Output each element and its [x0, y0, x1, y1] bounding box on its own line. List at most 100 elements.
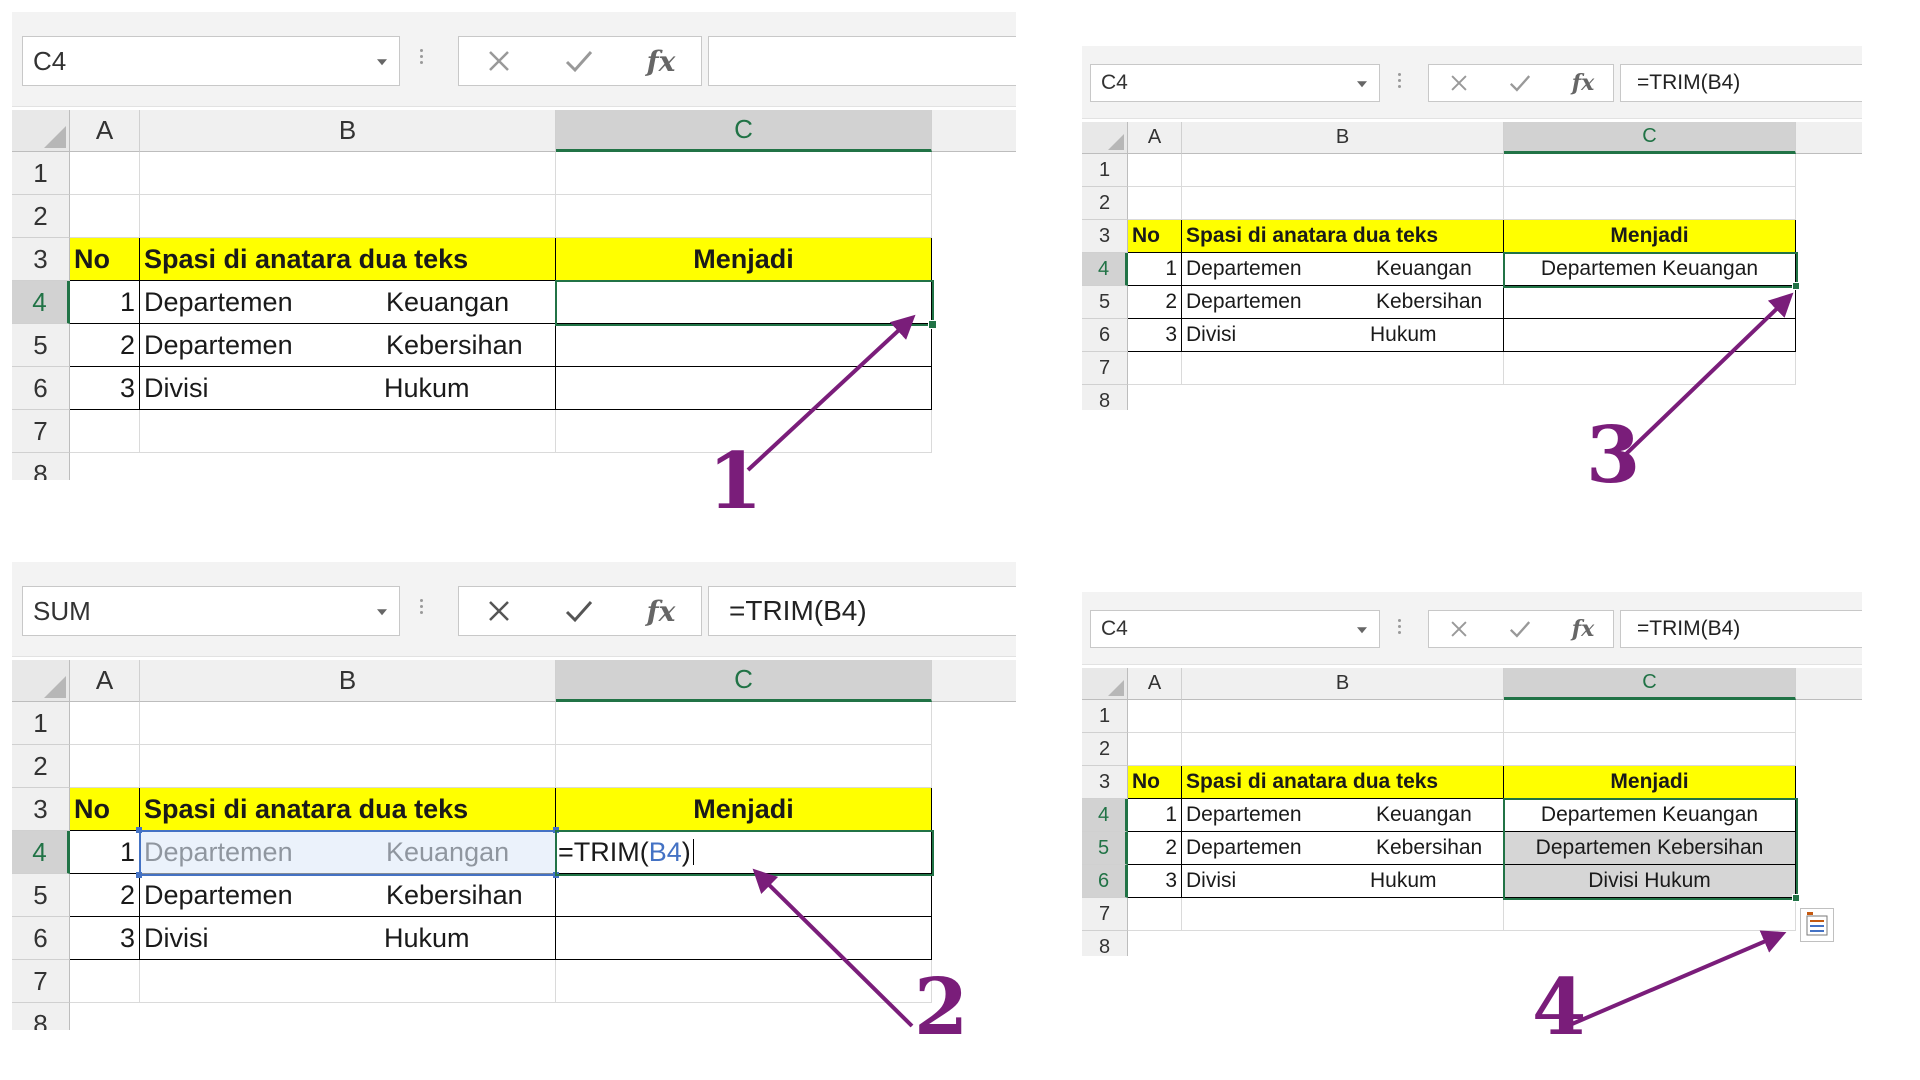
cell-b7[interactable] — [1182, 898, 1504, 931]
cell-b3[interactable]: Spasi di anatara dua teks — [140, 788, 556, 831]
cell-b4[interactable]: Departemen Keuangan — [1182, 799, 1504, 832]
cell-a4[interactable]: 1 — [1128, 799, 1182, 832]
cell-c1[interactable] — [556, 152, 932, 195]
column-header-c[interactable]: C — [556, 110, 932, 152]
cell-b5[interactable]: Departemen Kebersihan — [1182, 286, 1504, 319]
cell-a6[interactable]: 3 — [1128, 865, 1182, 898]
check-icon[interactable] — [539, 37, 619, 85]
reference-handle[interactable] — [553, 872, 559, 878]
cell-b3[interactable]: Spasi di anatara dua teks — [1182, 766, 1504, 799]
column-header-d[interactable] — [932, 660, 1016, 702]
close-icon[interactable] — [459, 587, 539, 635]
cell-c5[interactable]: Departemen Kebersihan — [1504, 832, 1796, 865]
cell-c3[interactable]: Menjadi — [556, 238, 932, 281]
cell-b1[interactable] — [1182, 700, 1504, 733]
cell-c7[interactable] — [556, 960, 932, 1003]
cell-c1[interactable] — [1504, 700, 1796, 733]
select-all-button[interactable] — [1082, 122, 1128, 154]
cell-a4[interactable]: 1 — [1128, 253, 1182, 286]
chevron-down-icon[interactable] — [1357, 627, 1367, 634]
cell-b3[interactable]: Spasi di anatara dua teks — [1182, 220, 1504, 253]
fill-handle[interactable] — [1792, 282, 1800, 290]
reference-handle[interactable] — [136, 872, 142, 878]
cell-a1[interactable] — [70, 152, 140, 195]
cell-a3[interactable]: No — [70, 238, 140, 281]
formula-input[interactable]: =TRIM(B4) — [1620, 610, 1862, 648]
row-header-3[interactable]: 3 — [1082, 220, 1128, 253]
cell-b6[interactable]: Divisi Hukum — [1182, 865, 1504, 898]
row-header-7[interactable]: 7 — [1082, 898, 1128, 931]
row-header-4[interactable]: 4 — [12, 281, 70, 324]
cell-c7[interactable] — [1504, 898, 1796, 931]
cell-b2[interactable] — [140, 745, 556, 788]
cell-a4[interactable]: 1 — [70, 281, 140, 324]
cell-a3[interactable]: No — [1128, 220, 1182, 253]
close-icon[interactable] — [1429, 611, 1489, 647]
formula-input[interactable]: =TRIM(B4) — [1620, 64, 1862, 102]
cell-b1[interactable] — [140, 152, 556, 195]
cell-c1[interactable] — [556, 702, 932, 745]
close-icon[interactable] — [1429, 65, 1489, 101]
cell-c3[interactable]: Menjadi — [556, 788, 932, 831]
row-header-4[interactable]: 4 — [12, 831, 70, 874]
chevron-down-icon[interactable] — [377, 59, 387, 66]
check-icon[interactable] — [539, 587, 619, 635]
fill-handle[interactable] — [928, 320, 937, 329]
row-header-2[interactable]: 2 — [12, 195, 70, 238]
cell-a6[interactable]: 3 — [1128, 319, 1182, 352]
cell-a1[interactable] — [1128, 154, 1182, 187]
cell-a6[interactable]: 3 — [70, 367, 140, 410]
row-header-8[interactable]: 8 — [12, 1003, 70, 1030]
chevron-down-icon[interactable] — [377, 609, 387, 616]
row-header-1[interactable]: 1 — [12, 702, 70, 745]
cell-a6[interactable]: 3 — [70, 917, 140, 960]
insert-function-button[interactable]: fx — [619, 587, 703, 635]
cell-b5[interactable]: Departemen Kebersihan — [140, 324, 556, 367]
row-header-1[interactable]: 1 — [1082, 700, 1128, 733]
cell-c4[interactable]: Departemen Keuangan — [1504, 799, 1796, 832]
name-box[interactable]: C4 — [1090, 64, 1380, 102]
cell-b7[interactable] — [1182, 352, 1504, 385]
cell-c2[interactable] — [1504, 733, 1796, 766]
cell-b1[interactable] — [1182, 154, 1504, 187]
row-header-2[interactable]: 2 — [1082, 733, 1128, 766]
more-options-icon[interactable] — [420, 46, 424, 67]
reference-handle[interactable] — [553, 827, 559, 833]
select-all-button[interactable] — [1082, 668, 1128, 700]
insert-function-button[interactable]: fx — [1551, 611, 1615, 647]
cell-a5[interactable]: 2 — [1128, 286, 1182, 319]
column-header-d[interactable] — [932, 110, 1016, 152]
row-header-7[interactable]: 7 — [12, 410, 70, 453]
cell-b6[interactable]: Divisi Hukum — [140, 367, 556, 410]
column-header-c[interactable]: C — [1504, 668, 1796, 700]
cell-a7[interactable] — [70, 960, 140, 1003]
column-header-d[interactable] — [1796, 668, 1862, 700]
cell-c4-editing[interactable]: =TRIM(B4) — [556, 831, 932, 874]
name-box[interactable]: C4 — [1090, 610, 1380, 648]
row-header-3[interactable]: 3 — [12, 238, 70, 281]
cell-c2[interactable] — [1504, 187, 1796, 220]
cell-a1[interactable] — [1128, 700, 1182, 733]
column-header-c[interactable]: C — [556, 660, 932, 702]
cell-b7[interactable] — [140, 960, 556, 1003]
row-header-7[interactable]: 7 — [12, 960, 70, 1003]
row-header-3[interactable]: 3 — [12, 788, 70, 831]
cell-a1[interactable] — [70, 702, 140, 745]
cell-a5[interactable]: 2 — [70, 324, 140, 367]
cell-a4[interactable]: 1 — [70, 831, 140, 874]
cell-a2[interactable] — [1128, 187, 1182, 220]
select-all-button[interactable] — [12, 110, 70, 152]
cell-b2[interactable] — [1182, 733, 1504, 766]
cell-c3[interactable]: Menjadi — [1504, 766, 1796, 799]
cell-c2[interactable] — [556, 195, 932, 238]
cell-c4[interactable] — [556, 281, 932, 324]
row-header-5[interactable]: 5 — [12, 874, 70, 917]
more-options-icon[interactable] — [1398, 70, 1402, 91]
cell-a5[interactable]: 2 — [70, 874, 140, 917]
column-header-b[interactable]: B — [1182, 668, 1504, 700]
cell-a3[interactable]: No — [1128, 766, 1182, 799]
cell-a7[interactable] — [70, 410, 140, 453]
cell-c2[interactable] — [556, 745, 932, 788]
cell-b6[interactable]: Divisi Hukum — [140, 917, 556, 960]
row-header-6[interactable]: 6 — [12, 367, 70, 410]
